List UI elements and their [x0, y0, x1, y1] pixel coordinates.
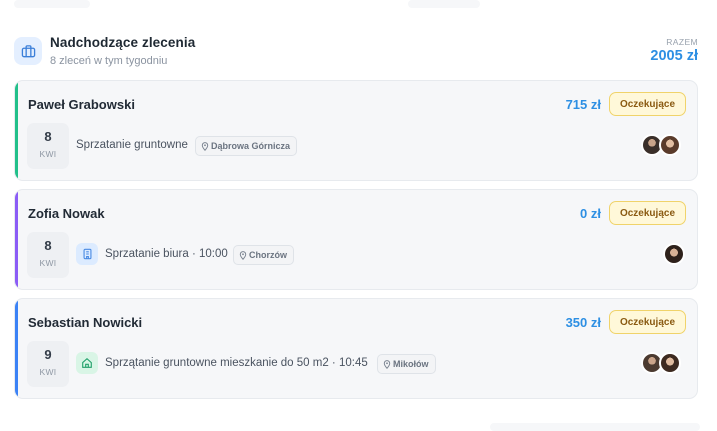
ghost-bar-top-right — [408, 0, 480, 8]
date-tile: 8 KWI — [27, 123, 69, 169]
date-month: KWI — [39, 258, 57, 268]
date-day: 8 — [44, 129, 52, 144]
map-pin-icon — [201, 141, 209, 151]
date-tile: 9 KWI — [27, 341, 69, 387]
status-stripe — [15, 190, 18, 289]
client-name: Paweł Grabowski — [28, 97, 135, 112]
location-chip: Mikołów — [377, 354, 436, 374]
date-month: KWI — [39, 367, 57, 377]
service-description: Sprzatanie gruntowne — [76, 139, 188, 151]
avatar — [663, 243, 685, 265]
location-chip: Chorzów — [233, 245, 294, 265]
office-building-icon — [76, 243, 98, 265]
ghost-bar-bottom — [490, 423, 700, 431]
ghost-bar-top-left — [14, 0, 90, 8]
date-day: 8 — [44, 238, 52, 253]
order-card[interactable]: Zofia Nowak 0 zł Oczekujące 8 KWI Sprzat… — [14, 189, 698, 290]
client-name: Zofia Nowak — [28, 206, 105, 221]
orders-count-subtitle: 8 zleceń w tym tygodniu — [50, 55, 168, 67]
map-pin-icon — [239, 250, 247, 260]
map-pin-icon — [383, 359, 391, 369]
page-title: Nadchodzące zlecenia — [50, 35, 196, 50]
briefcase-icon — [14, 37, 42, 65]
total-label: RAZEM — [666, 37, 698, 47]
avatar — [659, 134, 681, 156]
assignee-avatars[interactable] — [663, 243, 685, 265]
location-label: Chorzów — [249, 250, 287, 260]
date-month: KWI — [39, 149, 57, 159]
status-badge: Oczekujące — [609, 310, 686, 334]
order-amount: 0 zł — [580, 206, 601, 221]
order-card[interactable]: Sebastian Nowicki 350 zł Oczekujące 9 KW… — [14, 298, 698, 399]
status-stripe — [15, 299, 18, 398]
status-stripe — [15, 81, 18, 180]
home-icon — [76, 352, 98, 374]
assignee-avatars[interactable] — [641, 134, 685, 156]
upcoming-orders-header: Nadchodzące zlecenia 8 zleceń w tym tygo… — [14, 34, 698, 74]
order-card[interactable]: Paweł Grabowski 715 zł Oczekujące 8 KWI … — [14, 80, 698, 181]
location-chip: Dąbrowa Górnicza — [195, 136, 298, 156]
status-badge: Oczekujące — [609, 201, 686, 225]
avatar — [659, 352, 681, 374]
status-badge: Oczekujące — [609, 92, 686, 116]
total-value: 2005 zł — [650, 48, 698, 64]
date-tile: 8 KWI — [27, 232, 69, 278]
order-amount: 715 zł — [565, 97, 601, 112]
assignee-avatars[interactable] — [641, 352, 685, 374]
location-label: Dąbrowa Górnicza — [211, 141, 291, 151]
location-label: Mikołów — [393, 359, 429, 369]
order-amount: 350 zł — [565, 315, 601, 330]
service-description: Sprzatanie biura · 10:00 — [105, 248, 228, 260]
client-name: Sebastian Nowicki — [28, 315, 143, 330]
date-day: 9 — [44, 347, 52, 362]
service-description: Sprzątanie gruntowne mieszkanie do 50 m2… — [105, 357, 368, 369]
